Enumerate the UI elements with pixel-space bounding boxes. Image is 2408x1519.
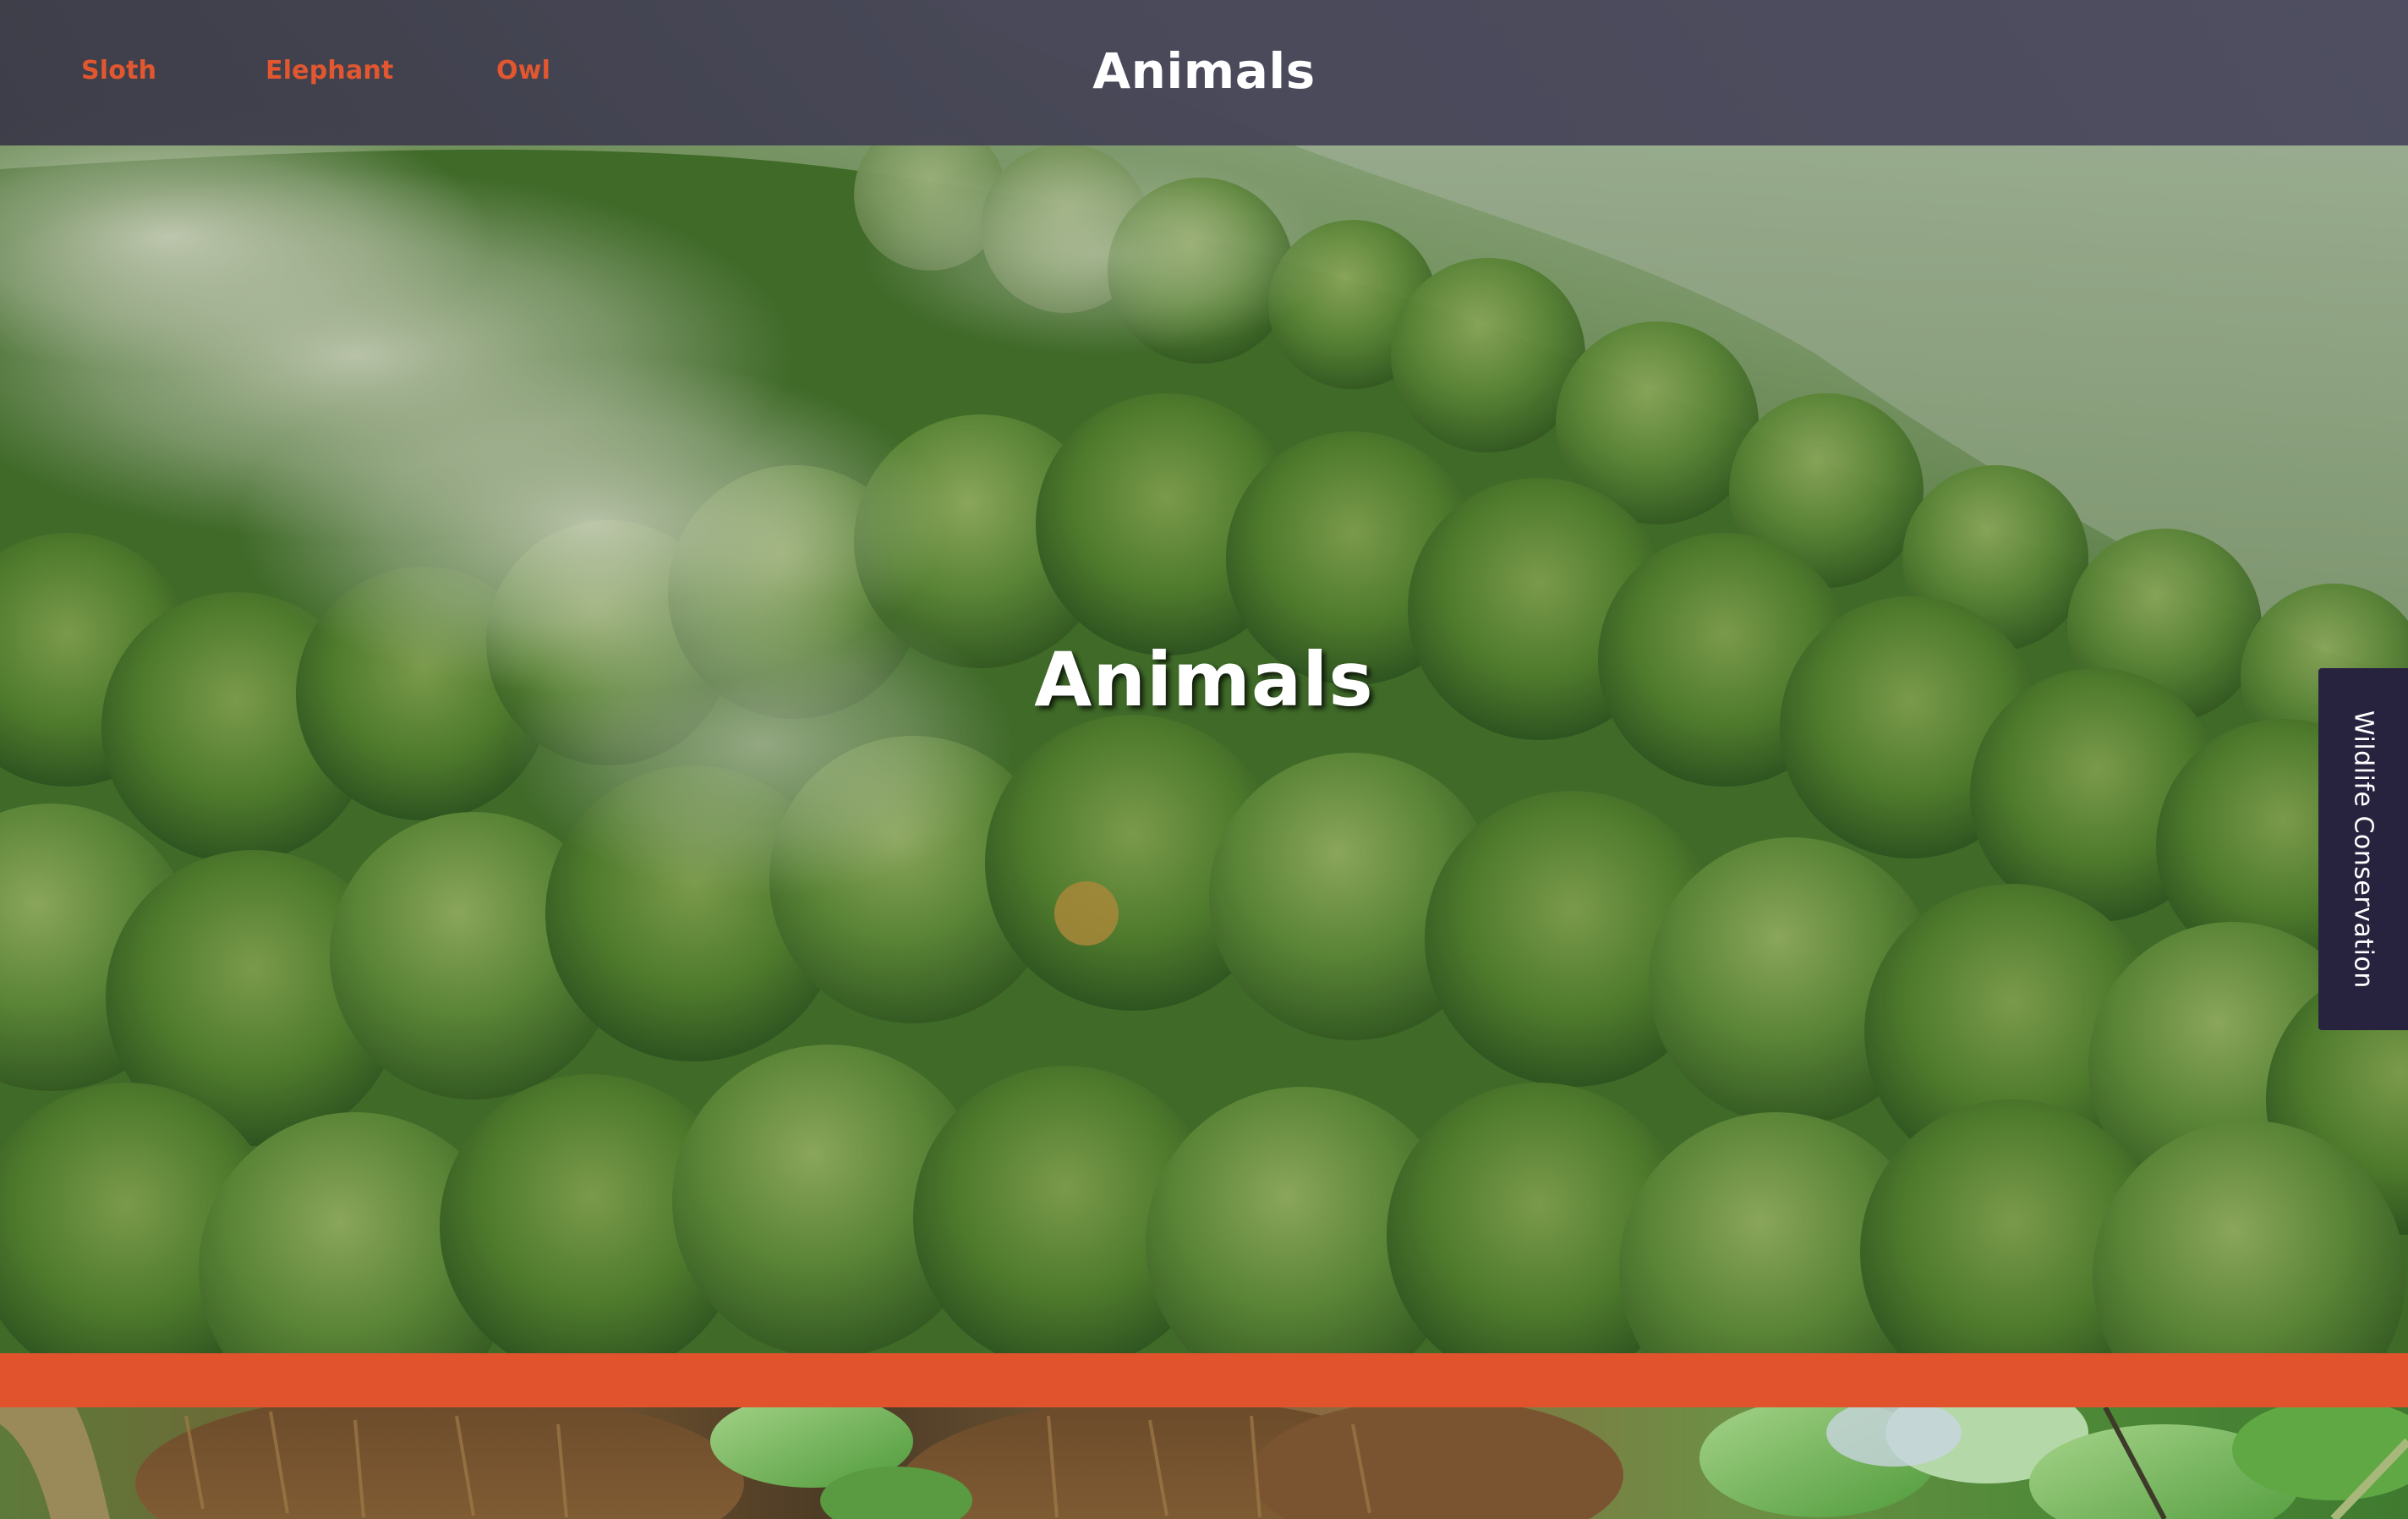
site-title: Animals [1092, 42, 1316, 100]
hero-title: Animals [1034, 636, 1374, 723]
nav-link-owl[interactable]: Owl [496, 56, 550, 85]
wildlife-conservation-tab[interactable]: Wildlife Conservation [2318, 668, 2408, 1030]
sloth-illustration [0, 1407, 2408, 1519]
nav-link-elephant[interactable]: Elephant [265, 56, 394, 85]
top-navigation-bar: Sloth Elephant Owl Animals [0, 0, 2408, 145]
sloth-section-image [0, 1407, 2408, 1519]
page: Sloth Elephant Owl Animals Animals Wildl… [0, 0, 2408, 1519]
section-divider [0, 1353, 2408, 1407]
nav-link-sloth[interactable]: Sloth [81, 56, 156, 85]
side-tab-label: Wildlife Conservation [2348, 710, 2378, 989]
